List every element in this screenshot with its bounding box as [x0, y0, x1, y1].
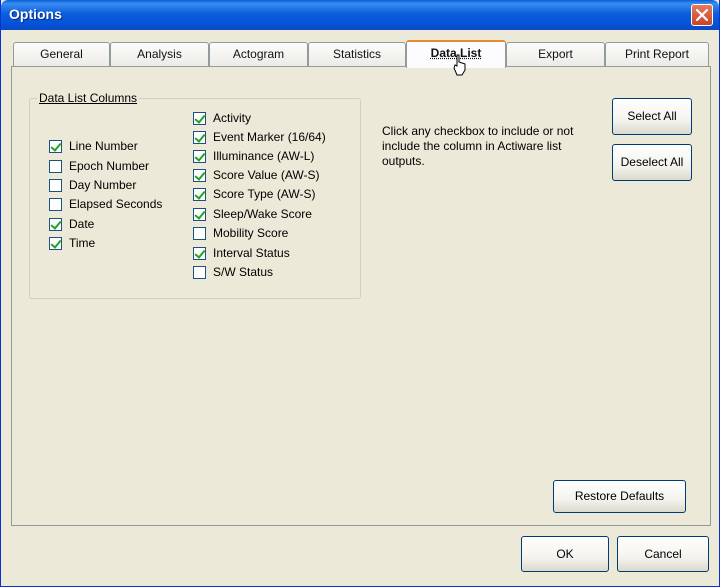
group-label: Data List Columns [37, 91, 140, 105]
checkbox-box[interactable] [49, 159, 62, 173]
tab-actogram[interactable]: Actogram [209, 42, 308, 66]
checkbox-label: Date [69, 217, 95, 231]
close-button[interactable] [691, 4, 713, 26]
checkbox-box[interactable] [193, 149, 206, 163]
options-dialog: Options General Analysis Actogram Statis… [0, 0, 720, 587]
checkbox-label: Activity [213, 111, 252, 125]
tab-analysis[interactable]: Analysis [110, 42, 209, 66]
restore-defaults-button[interactable]: Restore Defaults [553, 480, 686, 513]
checkbox-label: Score Value (AW-S) [213, 168, 320, 182]
checkbox-sw-status[interactable]: S/W Status [193, 264, 273, 280]
checkbox-box[interactable] [193, 130, 206, 144]
checkbox-event-marker[interactable]: Event Marker (16/64) [193, 129, 326, 145]
checkbox-box[interactable] [49, 178, 62, 192]
checkbox-label: Score Type (AW-S) [213, 187, 316, 201]
checkbox-score-type[interactable]: Score Type (AW-S) [193, 186, 315, 202]
checkbox-day-number[interactable]: Day Number [49, 177, 136, 193]
checkbox-box[interactable] [193, 111, 206, 125]
checkbox-date[interactable]: Date [49, 216, 94, 232]
tab-print-report[interactable]: Print Report [605, 42, 709, 66]
checkbox-label: Illuminance (AW-L) [213, 149, 315, 163]
tab-statistics[interactable]: Statistics [308, 42, 406, 66]
checkbox-box[interactable] [49, 217, 62, 231]
checkbox-sleep-wake-score[interactable]: Sleep/Wake Score [193, 206, 312, 222]
checkbox-box[interactable] [193, 246, 206, 260]
checkbox-box[interactable] [193, 168, 206, 182]
checkbox-score-value[interactable]: Score Value (AW-S) [193, 167, 319, 183]
checkbox-label: Day Number [69, 178, 137, 192]
checkbox-box[interactable] [49, 197, 62, 211]
cancel-button[interactable]: Cancel [617, 536, 709, 572]
checkbox-label: Elapsed Seconds [69, 197, 163, 211]
checkbox-box[interactable] [193, 226, 206, 240]
checkbox-label: Mobility Score [213, 226, 289, 240]
checkbox-label: Event Marker (16/64) [213, 130, 326, 144]
mouse-pointer-icon [453, 54, 466, 76]
checkbox-box[interactable] [49, 236, 62, 250]
deselect-all-button[interactable]: Deselect All [612, 144, 692, 181]
close-icon [696, 9, 708, 21]
checkbox-label: Sleep/Wake Score [213, 207, 312, 221]
checkbox-interval-status[interactable]: Interval Status [193, 245, 290, 261]
checkbox-time[interactable]: Time [49, 235, 95, 251]
checkbox-label: Interval Status [213, 246, 290, 260]
checkbox-epoch-number[interactable]: Epoch Number [49, 158, 149, 174]
checkbox-line-number[interactable]: Line Number [49, 138, 138, 154]
checkbox-label: Epoch Number [69, 159, 150, 173]
checkbox-label: S/W Status [213, 265, 274, 279]
checkbox-label: Line Number [69, 139, 138, 153]
checkbox-activity[interactable]: Activity [193, 110, 251, 126]
info-text: Click any checkbox to include or not inc… [382, 124, 574, 168]
ok-button[interactable]: OK [521, 536, 609, 572]
checkbox-box[interactable] [193, 187, 206, 201]
select-all-button[interactable]: Select All [612, 98, 692, 135]
checkbox-illuminance[interactable]: Illuminance (AW-L) [193, 148, 314, 164]
checkbox-box[interactable] [193, 265, 206, 279]
tab-export[interactable]: Export [506, 42, 605, 66]
checkbox-mobility-score[interactable]: Mobility Score [193, 225, 288, 241]
checkbox-elapsed-seconds[interactable]: Elapsed Seconds [49, 196, 162, 212]
tab-general[interactable]: General [13, 42, 110, 66]
checkbox-label: Time [69, 236, 96, 250]
window-title: Options [9, 6, 62, 22]
title-bar[interactable]: Options [1, 0, 719, 30]
checkbox-box[interactable] [193, 207, 206, 221]
checkbox-box[interactable] [49, 139, 62, 153]
tab-strip: General Analysis Actogram Statistics Dat… [11, 40, 711, 68]
